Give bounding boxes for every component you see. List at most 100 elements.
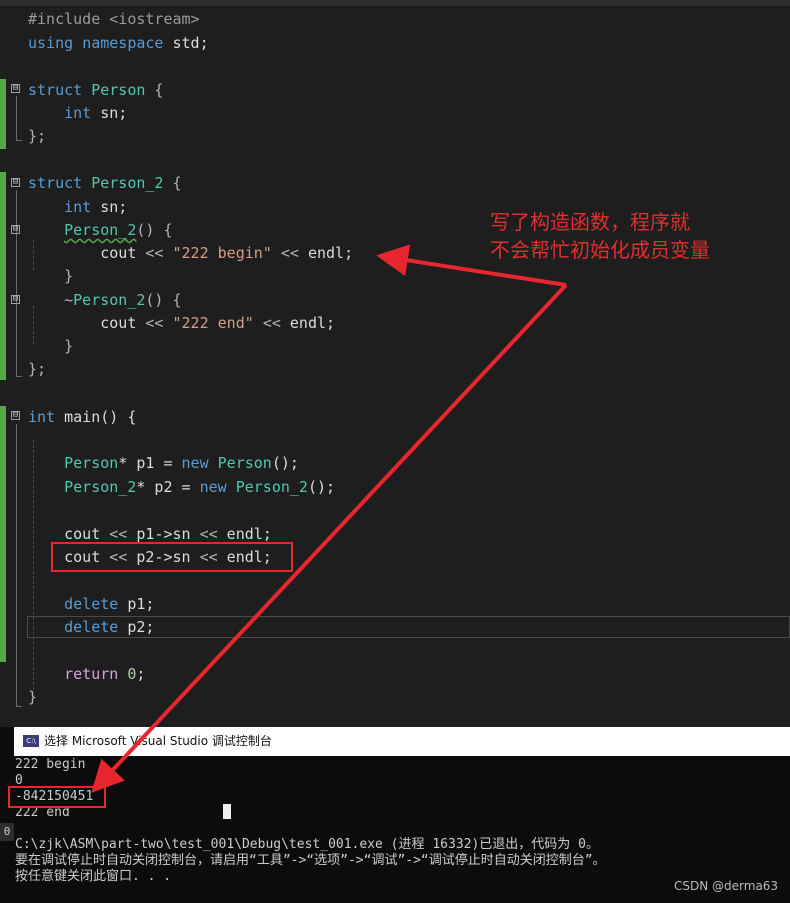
- code-token: "222 end": [172, 314, 254, 332]
- code-token: new: [199, 478, 227, 496]
- code-line[interactable]: using namespace std;: [28, 32, 209, 55]
- code-line[interactable]: struct Person_2 {: [28, 172, 182, 195]
- fold-toggle-icon[interactable]: ⊟: [11, 178, 20, 187]
- fold-toggle-icon[interactable]: ⊟: [11, 411, 20, 420]
- code-line[interactable]: }: [28, 686, 37, 709]
- console-app-icon: C:\: [23, 735, 39, 747]
- code-token: <<: [145, 244, 164, 262]
- code-token: delete: [64, 618, 119, 636]
- annotation-line: 不会帮忙初始化成员变量: [490, 238, 710, 262]
- code-token: cout: [28, 244, 146, 262]
- code-line[interactable]: return 0;: [28, 663, 145, 686]
- code-token: p1;: [118, 595, 155, 613]
- code-line[interactable]: int main() {: [28, 406, 136, 429]
- code-line[interactable]: int sn;: [28, 196, 127, 219]
- code-token: int: [64, 104, 92, 122]
- outline-guide: [16, 190, 17, 376]
- code-token: int: [28, 408, 56, 426]
- outline-guide: [16, 424, 17, 706]
- fold-toggle-icon[interactable]: ⊟: [11, 84, 20, 93]
- code-token: endl;: [280, 314, 336, 332]
- highlight-box-output: [8, 786, 106, 808]
- code-token: p2;: [118, 618, 155, 636]
- console-title-bar[interactable]: C:\ 选择 Microsoft Visual Studio 调试控制台: [14, 727, 790, 756]
- code-line[interactable]: }: [28, 265, 73, 288]
- code-line[interactable]: struct Person {: [28, 79, 163, 102]
- code-line[interactable]: int sn;: [28, 102, 127, 125]
- outline-guide: [16, 706, 22, 707]
- code-token: <<: [145, 314, 164, 332]
- code-token: }: [28, 337, 74, 355]
- code-token: * p2 =: [136, 478, 200, 496]
- code-token: }: [28, 267, 74, 285]
- code-token: main() {: [55, 408, 137, 426]
- watermark: CSDN @derma63: [674, 879, 779, 893]
- code-line[interactable]: ~Person_2() {: [28, 289, 182, 312]
- code-token: }: [28, 688, 38, 706]
- code-token: delete: [64, 595, 119, 613]
- code-token: Person_2: [235, 478, 308, 496]
- code-editor[interactable]: ⊟ ⊟ ⊟ ⊟ ⊟ #include <iostream> using name…: [0, 0, 790, 727]
- code-line[interactable]: Person_2* p2 = new Person_2();: [28, 476, 335, 499]
- outline-guide: [16, 96, 17, 140]
- code-token: ;: [136, 665, 146, 683]
- code-token: return: [64, 665, 119, 683]
- editor-tab-strip[interactable]: [0, 0, 790, 6]
- code-token: "222 begin": [172, 244, 272, 262]
- fold-toggle-icon[interactable]: ⊟: [11, 295, 20, 304]
- code-token: Person: [64, 454, 119, 472]
- code-line[interactable]: Person* p1 = new Person();: [28, 452, 299, 475]
- fold-toggle-icon[interactable]: ⊟: [11, 225, 20, 234]
- code-token: namespace: [82, 34, 164, 52]
- code-token: Person_2: [64, 221, 137, 239]
- code-token: struct: [28, 81, 83, 99]
- code-token: <<: [109, 525, 128, 543]
- code-line[interactable]: cout << "222 end" << endl;: [28, 312, 335, 335]
- code-token: <<: [199, 525, 218, 543]
- annotation-line: 写了构造函数，程序就: [490, 210, 690, 234]
- code-token: Person: [91, 81, 146, 99]
- code-token: endl;: [298, 244, 354, 262]
- code-token: ~: [64, 291, 74, 309]
- console-cursor: [223, 804, 231, 819]
- code-line[interactable]: delete p2;: [28, 616, 154, 639]
- annotation-note: 写了构造函数，程序就 不会帮忙初始化成员变量: [490, 208, 770, 264]
- code-token: ();: [271, 454, 299, 472]
- code-token: #include: [28, 10, 110, 28]
- code-line[interactable]: #include <iostream>: [28, 8, 200, 31]
- console-output-line: 要在调试停止时自动关闭控制台，请启用“工具”->“选项”->“调试”->“调试停…: [15, 853, 606, 868]
- console-title: 选择 Microsoft Visual Studio 调试控制台: [44, 734, 272, 748]
- code-token: {: [145, 81, 164, 99]
- code-token: Person_2: [64, 478, 137, 496]
- code-line[interactable]: Person_2() {: [28, 219, 173, 242]
- code-line[interactable]: }: [28, 335, 73, 358]
- code-token: cout: [28, 314, 146, 332]
- code-token: <<: [280, 244, 299, 262]
- code-line[interactable]: };: [28, 125, 46, 148]
- code-token: };: [28, 127, 47, 145]
- console-output-line: C:\zjk\ASM\part-two\test_001\Debug\test_…: [15, 837, 599, 852]
- code-line[interactable]: };: [28, 358, 46, 381]
- code-token: () {: [145, 291, 182, 309]
- code-line[interactable]: delete p1;: [28, 593, 154, 616]
- code-token: };: [28, 360, 47, 378]
- code-token: endl;: [217, 525, 272, 543]
- code-line[interactable]: cout << "222 begin" << endl;: [28, 242, 353, 265]
- code-token: <<: [262, 314, 281, 332]
- code-token: () {: [136, 221, 173, 239]
